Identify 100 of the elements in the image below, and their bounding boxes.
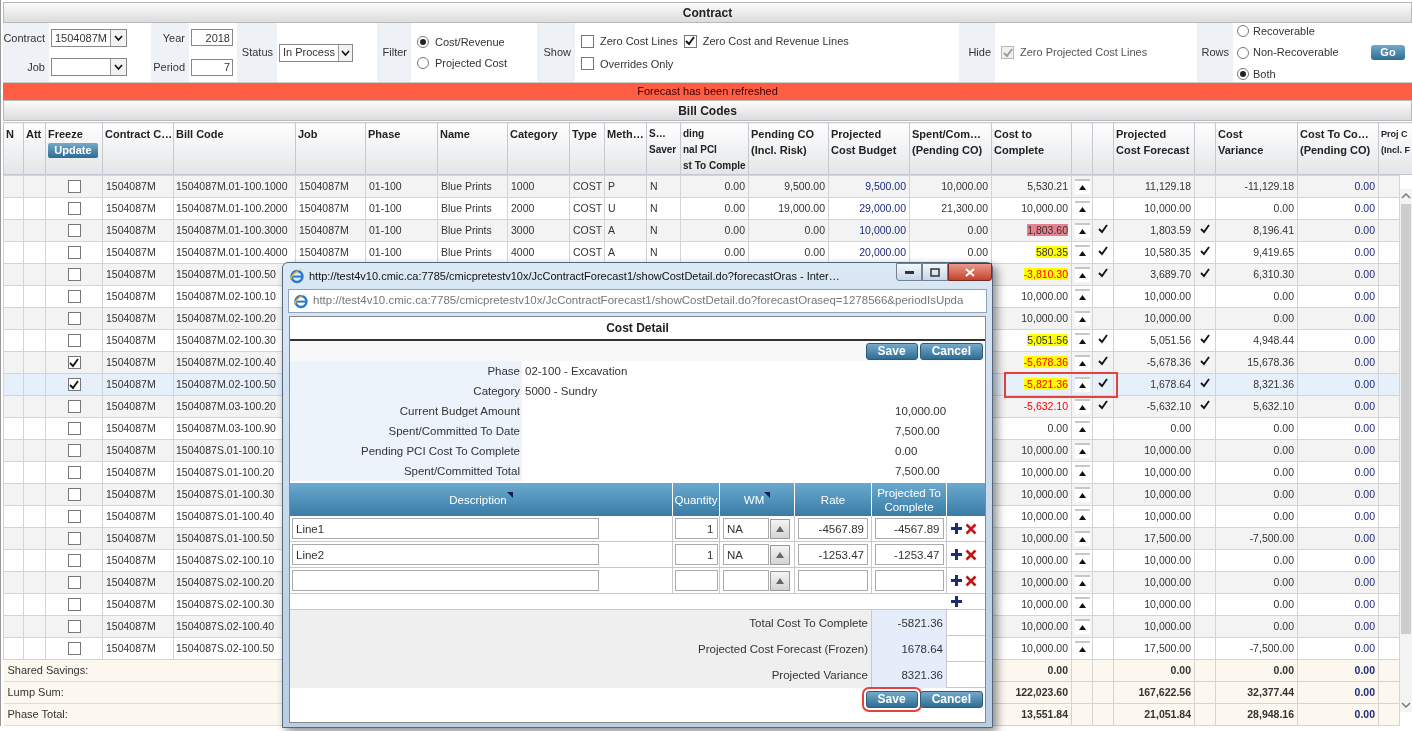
checkbox[interactable] — [67, 444, 81, 458]
checkbox[interactable] — [67, 422, 81, 436]
projected-field[interactable] — [874, 570, 944, 591]
checkbox[interactable] — [67, 268, 81, 282]
checkbox[interactable] — [683, 34, 697, 48]
table-cell: N — [646, 219, 681, 242]
projected-field[interactable]: -1253.47 — [874, 544, 944, 565]
radio-button[interactable] — [1237, 46, 1249, 59]
scrollbar[interactable] — [1400, 189, 1412, 712]
plus-icon[interactable] — [950, 548, 963, 561]
table-row[interactable]: 1504087M 1504087M.01-100.3000 1504087M 01-100 Blue Prints 3000 COST A N 0.00 0.00 10,000.00 0.00 1,803.60 1,803.59 8,196.41 0.00 — [3, 219, 1400, 242]
table-row[interactable]: 1504087M 1504087M.01-100.2000 1504087M 01-100 Blue Prints 2000 COST U N 0.00 19,000.00 29,000.00 21,300.00 10,000.00 10,000.00 0.00 0.00 — [3, 197, 1400, 220]
checkbox[interactable] — [67, 290, 81, 304]
checkbox[interactable] — [67, 466, 81, 480]
checkbox[interactable] — [67, 356, 81, 370]
quantity-field[interactable]: 1 — [674, 544, 718, 565]
save-button[interactable]: Save — [865, 342, 918, 360]
checkbox[interactable] — [67, 554, 81, 568]
table-cell: 6,310.30 — [1215, 263, 1298, 286]
delete-icon[interactable] — [965, 574, 977, 587]
table-cell: 21,051.84 — [1113, 703, 1195, 726]
plus-icon[interactable] — [950, 574, 963, 587]
quantity-field[interactable] — [674, 570, 718, 591]
table-cell: 1504087M — [102, 307, 174, 330]
radio-button[interactable] — [417, 35, 429, 48]
checkbox[interactable] — [67, 488, 81, 502]
header-label: Phase — [368, 127, 402, 142]
arrow-button[interactable] — [1074, 575, 1090, 591]
spin-button[interactable] — [770, 544, 790, 565]
header-label: Cost To Co… (Pending CO) — [1300, 127, 1372, 158]
checkbox[interactable] — [67, 180, 81, 194]
rate-field[interactable]: -1253.47 — [798, 544, 868, 565]
address-bar[interactable]: http://test4v10.cmic.ca:7785/cmicpretestv10x/JcContractForecast1/showCostDetail.do?forecastOraseq=1278566&periodIsUpda — [288, 289, 987, 313]
wm-field[interactable] — [723, 570, 769, 591]
checkbox[interactable] — [67, 334, 81, 348]
dropdown[interactable] — [51, 58, 127, 77]
year-field[interactable]: 2018 — [191, 29, 233, 47]
checkbox[interactable] — [67, 532, 81, 546]
delete-icon[interactable] — [965, 548, 977, 561]
plus-icon[interactable] — [950, 595, 963, 608]
arrow-button[interactable] — [1074, 267, 1090, 283]
plus-icon[interactable] — [950, 522, 963, 535]
table-row[interactable]: 1504087M 1504087M.01-100.1000 1504087M 01-100 Blue Prints 1000 COST P N 0.00 9,500.00 9,500.00 10,000.00 5,530.21 11,129.18 -11,129.18 0.00 — [3, 175, 1400, 198]
quantity-field[interactable]: 1 — [674, 518, 718, 539]
checkbox[interactable] — [581, 57, 594, 71]
cancel-button[interactable]: Cancel — [919, 690, 983, 708]
checkbox[interactable] — [67, 510, 81, 524]
checkbox[interactable] — [67, 598, 81, 612]
arrow-button[interactable] — [1074, 399, 1090, 415]
update-button[interactable]: Update — [48, 143, 98, 158]
total-label: Total Cost To Complete — [290, 610, 872, 636]
scrollbar-thumb[interactable] — [1401, 204, 1411, 634]
arrow-button[interactable] — [1074, 223, 1090, 239]
checkbox[interactable] — [67, 246, 81, 260]
checkbox[interactable] — [67, 400, 81, 414]
header-label: N — [6, 127, 15, 142]
wm-field[interactable]: NA — [723, 518, 769, 539]
close-button[interactable] — [948, 263, 992, 281]
wm-field[interactable]: NA — [723, 544, 769, 565]
detail-value: 10,000.00 — [895, 404, 948, 419]
arrow-button[interactable] — [1074, 355, 1090, 371]
delete-icon[interactable] — [965, 522, 977, 535]
checkbox[interactable] — [581, 34, 594, 48]
description-field[interactable]: Line1 — [292, 518, 599, 539]
arrow-button[interactable] — [1074, 619, 1090, 635]
checkbox[interactable] — [67, 312, 81, 326]
radio-button[interactable] — [1237, 25, 1249, 37]
description-field[interactable] — [292, 570, 599, 591]
arrow-button[interactable] — [1074, 487, 1090, 503]
go-button[interactable]: Go — [1371, 45, 1405, 60]
spin-button[interactable] — [770, 570, 790, 591]
arrow-button[interactable] — [1074, 179, 1090, 195]
description-field[interactable]: Line2 — [292, 544, 599, 565]
table-cell: 1504087M — [102, 373, 174, 396]
period-field[interactable]: 7 — [191, 58, 233, 76]
radio-button[interactable] — [417, 57, 429, 70]
spin-button[interactable] — [770, 518, 790, 539]
maximize-button[interactable] — [922, 263, 948, 281]
projected-field[interactable]: -4567.89 — [874, 518, 944, 539]
rate-field[interactable]: -4567.89 — [798, 518, 868, 539]
rate-field[interactable] — [798, 570, 868, 591]
checkbox[interactable] — [67, 620, 81, 634]
table-cell: 9,500.00 — [828, 175, 910, 198]
checkbox[interactable] — [67, 642, 81, 656]
dropdown[interactable]: 1504087M — [51, 28, 127, 47]
cancel-button[interactable]: Cancel — [919, 342, 983, 360]
checkbox[interactable] — [67, 202, 81, 216]
table-row[interactable]: 1504087M 1504087M.01-100.4000 1504087M 01-100 Blue Prints 4000 COST A N 0.00 0.00 20,000.00 0.00 580.35 10,580.35 9,419.65 0.00 — [3, 241, 1400, 264]
table-cell: 01-100 — [365, 219, 438, 242]
arrow-button[interactable] — [1074, 443, 1090, 459]
radio-button[interactable] — [1237, 68, 1249, 80]
checkbox[interactable] — [67, 224, 81, 238]
arrow-button[interactable] — [1074, 531, 1090, 547]
dropdown[interactable]: In Process — [279, 43, 353, 62]
checkbox[interactable] — [67, 378, 81, 392]
table-cell: 10,000.00 — [991, 197, 1072, 220]
arrow-button[interactable] — [1074, 377, 1090, 393]
arrow-button[interactable] — [1074, 311, 1090, 327]
checkbox[interactable] — [67, 576, 81, 590]
minimize-button[interactable] — [896, 263, 922, 281]
